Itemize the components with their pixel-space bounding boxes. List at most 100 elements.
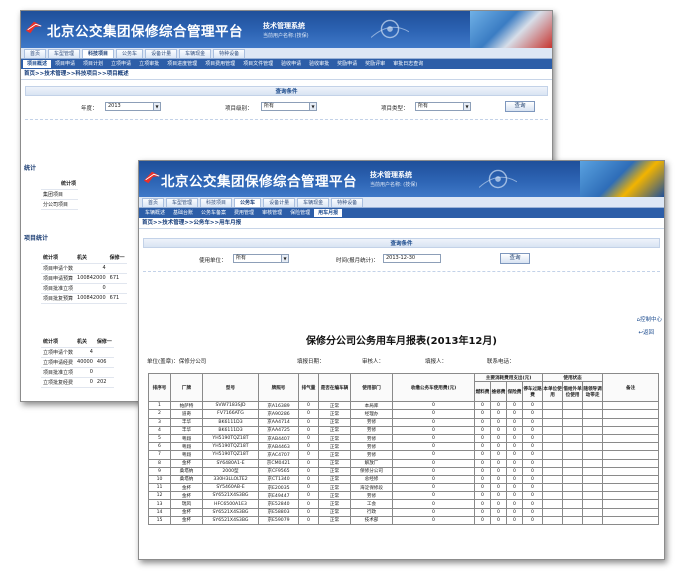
subnav-item[interactable]: 项目费用管理: [201, 60, 239, 68]
tab-vehicle-models[interactable]: 车型管理: [48, 49, 81, 58]
table-cell: 0: [298, 442, 319, 452]
subnav-item[interactable]: 审核管理: [258, 209, 286, 217]
table-cell: 粤翔: [170, 433, 203, 444]
table-cell: FV7166ATG: [202, 409, 259, 419]
subnav-item[interactable]: 公务车备案: [197, 209, 230, 217]
control-center-link[interactable]: ⌂控制中心: [636, 315, 662, 323]
subnav-item[interactable]: 立项审批: [135, 60, 163, 68]
subnav-item[interactable]: 审批日志查询: [389, 60, 427, 68]
tab-science-projects[interactable]: 科技项目: [82, 49, 115, 58]
subnav-item[interactable]: 项目申请: [51, 60, 79, 68]
tab-science-projects[interactable]: 科技项目: [200, 198, 233, 207]
type-select[interactable]: 所有 ▼: [415, 102, 471, 111]
tab-official-cars[interactable]: 公务车: [234, 198, 262, 207]
table-cell: [542, 417, 564, 427]
table-cell: [602, 507, 660, 517]
table-row: 6 粤翔 YH5190TQZ18T 京AB4463 0 正常 劳修 0 0 0 0 0: [148, 442, 660, 452]
table-cell: SVW7183SJD: [202, 401, 259, 411]
table-cell: 0: [298, 401, 319, 411]
unit-select[interactable]: 所有 ▼: [233, 254, 289, 263]
table-cell: 0: [474, 515, 491, 526]
tab-home[interactable]: 首页: [142, 198, 165, 207]
tab-vehicle-cash[interactable]: 车辆现金: [179, 49, 212, 58]
subnav-item[interactable]: 费用管理: [230, 209, 258, 217]
col-header-group: 使用状态: [542, 372, 604, 383]
subnav-item[interactable]: 立项申请: [107, 60, 135, 68]
table-row: 11 金杯 SY5460AB-E 京E20035 0 正常 海淀保修段 0 0 0 0 0: [148, 483, 660, 493]
chevron-down-icon: ▼: [281, 255, 288, 262]
sub-navigation: 车辆概述 基础台账 公务车备案 费用管理 审核管理 保险管理 用车月报: [139, 208, 664, 218]
table-cell: 0: [506, 442, 523, 452]
table-cell: 0: [474, 499, 491, 509]
table-cell: 京AC4707: [258, 450, 299, 460]
tab-special-equipment[interactable]: 特种设备: [213, 49, 246, 58]
table-cell: 0: [298, 466, 319, 476]
table-cell: 13: [148, 499, 171, 509]
subnav-item[interactable]: 奖励评审: [361, 60, 389, 68]
col-header-group: 主要消耗费用支出(元): [473, 372, 544, 383]
tab-home[interactable]: 首页: [24, 49, 47, 58]
subnav-item[interactable]: 奖励申请: [333, 60, 361, 68]
subnav-item[interactable]: 基础台账: [169, 209, 197, 217]
year-label: 年度：: [81, 106, 98, 112]
subnav-item[interactable]: 保险管理: [286, 209, 314, 217]
table-cell: SY6521X4S3BG: [202, 507, 259, 517]
table-cell: [542, 507, 564, 517]
table-cell: 0: [474, 466, 491, 476]
tab-official-cars[interactable]: 公务车: [116, 49, 144, 58]
subnav-item[interactable]: 项目进度管理: [163, 60, 201, 68]
stats-table: 统计项 集团项目 分公司项目: [41, 179, 79, 210]
table-cell: 京E58803: [258, 507, 299, 517]
table-cell: 正常: [318, 401, 351, 411]
table-header: 保修一: [94, 337, 114, 348]
level-select[interactable]: 所有 ▼: [261, 102, 317, 111]
subnav-monthly-report[interactable]: 用车月报: [314, 209, 343, 217]
table-cell: 0: [298, 458, 319, 468]
table-cell: 0: [521, 433, 544, 444]
col-header: 借给外单位使用: [562, 381, 584, 403]
tab-equipment-metering[interactable]: 设备计量: [145, 49, 178, 58]
table-cell: 劳修: [350, 433, 393, 444]
table-header: 机关: [75, 337, 95, 348]
table-cell: 立项批复经费: [41, 377, 76, 388]
table-cell: [542, 466, 564, 476]
subnav-overview[interactable]: 项目概述: [23, 60, 52, 68]
date-input[interactable]: 2013-12-30: [383, 254, 441, 263]
table-cell: 0: [506, 417, 523, 427]
tab-equipment-metering[interactable]: 设备计量: [263, 198, 296, 207]
chevron-down-icon: ▼: [309, 103, 316, 110]
table-cell: 粤翔: [170, 450, 203, 460]
subnav-item[interactable]: 车辆概述: [141, 209, 169, 217]
tab-special-equipment[interactable]: 特种设备: [331, 198, 364, 207]
subnav-item[interactable]: 项目文件管理: [239, 60, 277, 68]
table-cell: 京A90286: [258, 409, 299, 419]
query-button[interactable]: 查询: [505, 101, 535, 112]
tab-vehicle-models[interactable]: 车型管理: [166, 198, 199, 207]
table-cell: 劳修: [350, 450, 393, 460]
year-select[interactable]: 2013 ▼: [105, 102, 161, 111]
table-cell: [562, 466, 584, 476]
col-header: 停车过路费: [521, 381, 544, 403]
system-name: 技术管理系统: [263, 22, 305, 30]
table-cell: 项目申请个数: [41, 263, 76, 274]
table-cell: 0: [521, 417, 544, 427]
table-cell: [602, 401, 660, 411]
subnav-item[interactable]: 验收审批: [305, 60, 333, 68]
table-cell: [562, 483, 584, 493]
table-cell: 0: [474, 433, 491, 444]
table-cell: 14: [148, 507, 171, 517]
table-cell: 0: [521, 499, 544, 509]
stats-row: 分公司项目: [41, 199, 79, 210]
table-cell: [562, 515, 584, 526]
subnav-item[interactable]: 项目计划: [79, 60, 107, 68]
table-cell: 0: [490, 491, 507, 501]
table-cell: 4: [148, 425, 171, 435]
table-cell: 0: [298, 417, 319, 427]
table-cell: [602, 474, 660, 485]
table-cell: [562, 433, 584, 444]
table-cell: 10: [148, 474, 171, 485]
subnav-item[interactable]: 验收申请: [277, 60, 305, 68]
tab-vehicle-cash[interactable]: 车辆现金: [297, 198, 330, 207]
table-cell: 406: [94, 357, 114, 368]
query-button[interactable]: 查询: [500, 253, 530, 264]
